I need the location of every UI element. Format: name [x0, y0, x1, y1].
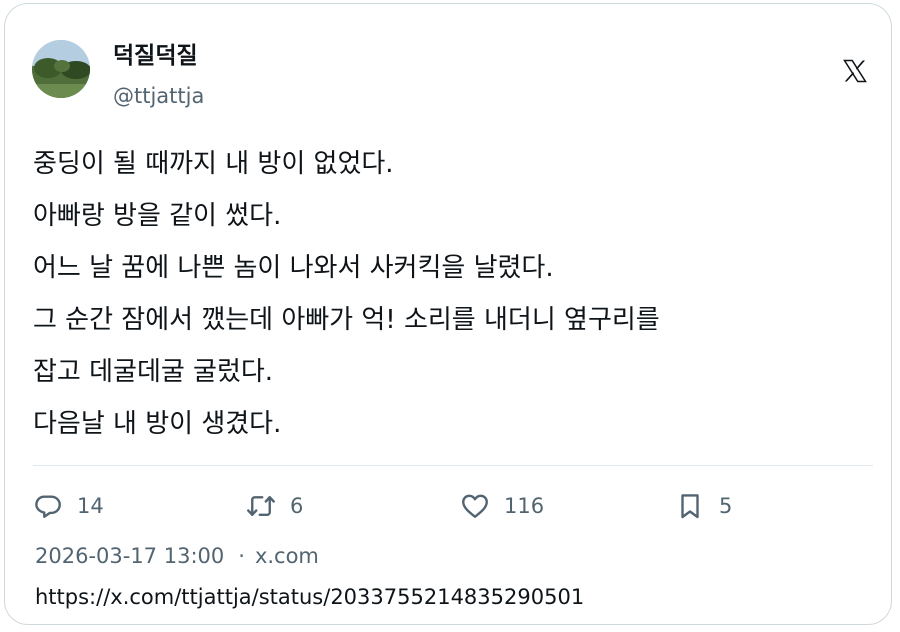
source-link[interactable]: x.com [255, 544, 319, 568]
bookmark-button[interactable]: 5 [675, 488, 732, 524]
tweet-line: 다음날 내 방이 생겼다. [33, 409, 282, 439]
tweet-url[interactable]: https://x.com/ttjattja/status/2033755214… [35, 583, 584, 611]
like-button[interactable]: 116 [460, 488, 544, 524]
avatar-image [32, 40, 90, 98]
reply-button[interactable]: 14 [33, 488, 104, 524]
bookmark-icon [675, 491, 705, 521]
tweet-meta: 2026-03-17 13:00 · x.com [35, 542, 319, 570]
tweet-line: 아빠랑 방을 같이 썼다. [33, 201, 282, 231]
tweet-line: 그 순간 잠에서 깼는데 아빠가 억! 소리를 내더니 옆구리를 [33, 305, 660, 335]
tweet-text: 중딩이 될 때까지 내 방이 없었다. 아빠랑 방을 같이 썼다. 어느 날 꿈… [33, 138, 883, 450]
retweet-count: 6 [290, 494, 304, 518]
avatar[interactable] [32, 40, 90, 98]
like-count: 116 [504, 494, 545, 518]
reply-icon [33, 491, 63, 521]
x-logo-icon[interactable] [841, 57, 869, 85]
meta-separator: · [238, 544, 245, 568]
tweet-line: 잡고 데굴데굴 굴렀다. [33, 357, 274, 387]
tweet-line: 중딩이 될 때까지 내 방이 없었다. [33, 149, 394, 179]
retweet-icon [246, 491, 276, 521]
retweet-button[interactable]: 6 [246, 488, 303, 524]
author-display-name[interactable]: 덕질덕질 [113, 41, 198, 71]
tweet-line: 어느 날 꿈에 나쁜 놈이 나와서 사커킥을 날렸다. [33, 253, 554, 283]
author-handle[interactable]: @ttjattja [113, 83, 204, 109]
timestamp[interactable]: 2026-03-17 13:00 [35, 544, 224, 568]
bookmark-count: 5 [719, 494, 733, 518]
divider [33, 465, 873, 466]
reply-count: 14 [77, 494, 104, 518]
heart-icon [460, 491, 490, 521]
tweet-card: 덕질덕질 @ttjattja 중딩이 될 때까지 내 방이 없었다. 아빠랑 방… [4, 3, 892, 625]
